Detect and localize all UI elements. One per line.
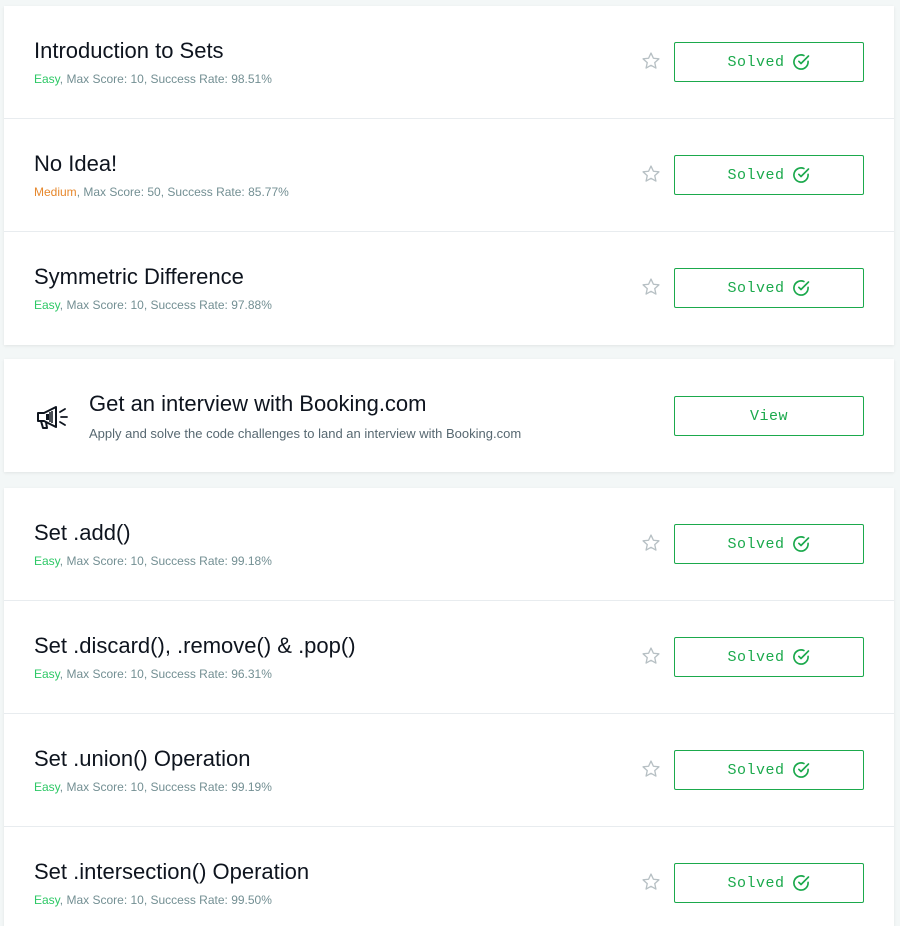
challenge-title[interactable]: Introduction to Sets <box>34 38 224 64</box>
promo-card: Get an interview with Booking.com Apply … <box>4 359 894 472</box>
solved-button[interactable]: Solved <box>674 637 864 677</box>
challenge-list-group-2: Set .add() Easy, Max Score: 10, Success … <box>4 488 894 926</box>
challenge-stats: , Max Score: 10, Success Rate: 96.31% <box>59 667 272 681</box>
challenge-stats: , Max Score: 10, Success Rate: 97.88% <box>59 298 272 312</box>
solved-button[interactable]: Solved <box>674 863 864 903</box>
difficulty-label: Easy <box>34 298 60 312</box>
check-circle-icon <box>791 647 811 667</box>
challenge-row[interactable]: Set .union() Operation Easy, Max Score: … <box>4 714 894 827</box>
star-outline-icon[interactable] <box>641 646 661 666</box>
challenge-title[interactable]: Set .add() <box>34 520 131 546</box>
check-circle-icon <box>791 52 811 72</box>
solved-label: Solved <box>727 874 785 892</box>
challenge-title[interactable]: Set .discard(), .remove() & .pop() <box>34 633 356 659</box>
challenge-meta: Easy, Max Score: 10, Success Rate: 99.50… <box>34 893 272 907</box>
check-circle-icon <box>791 873 811 893</box>
challenge-stats: , Max Score: 10, Success Rate: 99.50% <box>59 893 272 907</box>
challenge-row[interactable]: Set .add() Easy, Max Score: 10, Success … <box>4 488 894 601</box>
challenge-meta: Medium, Max Score: 50, Success Rate: 85.… <box>34 185 289 199</box>
solved-label: Solved <box>727 648 785 666</box>
solved-button[interactable]: Solved <box>674 268 864 308</box>
challenge-row[interactable]: Introduction to Sets Easy, Max Score: 10… <box>4 6 894 119</box>
challenge-row[interactable]: No Idea! Medium, Max Score: 50, Success … <box>4 119 894 232</box>
challenge-row[interactable]: Symmetric Difference Easy, Max Score: 10… <box>4 232 894 345</box>
challenge-meta: Easy, Max Score: 10, Success Rate: 99.18… <box>34 554 272 568</box>
star-outline-icon[interactable] <box>641 533 661 553</box>
check-circle-icon <box>791 165 811 185</box>
check-circle-icon <box>791 760 811 780</box>
difficulty-label: Easy <box>34 780 60 794</box>
challenge-list-group-1: Introduction to Sets Easy, Max Score: 10… <box>4 6 894 345</box>
solved-button[interactable]: Solved <box>674 42 864 82</box>
solved-label: Solved <box>727 761 785 779</box>
difficulty-label: Easy <box>34 893 60 907</box>
challenge-title[interactable]: Set .intersection() Operation <box>34 859 309 885</box>
solved-label: Solved <box>727 53 785 71</box>
challenge-stats: , Max Score: 10, Success Rate: 98.51% <box>59 72 272 86</box>
challenge-title[interactable]: Set .union() Operation <box>34 746 250 772</box>
solved-label: Solved <box>727 166 785 184</box>
solved-label: Solved <box>727 279 785 297</box>
challenge-meta: Easy, Max Score: 10, Success Rate: 99.19… <box>34 780 272 794</box>
challenge-row[interactable]: Set .intersection() Operation Easy, Max … <box>4 827 894 926</box>
megaphone-icon <box>34 402 74 432</box>
challenge-row[interactable]: Set .discard(), .remove() & .pop() Easy,… <box>4 601 894 714</box>
challenge-stats: , Max Score: 50, Success Rate: 85.77% <box>76 185 289 199</box>
challenge-title[interactable]: No Idea! <box>34 151 117 177</box>
difficulty-label: Easy <box>34 72 60 86</box>
difficulty-label: Easy <box>34 554 60 568</box>
promo-subtitle: Apply and solve the code challenges to l… <box>89 426 522 441</box>
view-button[interactable]: View <box>674 396 864 436</box>
challenge-meta: Easy, Max Score: 10, Success Rate: 96.31… <box>34 667 272 681</box>
star-outline-icon[interactable] <box>641 872 661 892</box>
solved-button[interactable]: Solved <box>674 524 864 564</box>
promo-title: Get an interview with Booking.com <box>89 391 427 416</box>
star-outline-icon[interactable] <box>641 164 661 184</box>
challenge-meta: Easy, Max Score: 10, Success Rate: 97.88… <box>34 298 272 312</box>
star-outline-icon[interactable] <box>641 51 661 71</box>
solved-button[interactable]: Solved <box>674 155 864 195</box>
star-outline-icon[interactable] <box>641 277 661 297</box>
view-label: View <box>749 407 788 425</box>
challenge-stats: , Max Score: 10, Success Rate: 99.19% <box>59 780 272 794</box>
check-circle-icon <box>791 278 811 298</box>
check-circle-icon <box>791 534 811 554</box>
challenge-meta: Easy, Max Score: 10, Success Rate: 98.51… <box>34 72 272 86</box>
star-outline-icon[interactable] <box>641 759 661 779</box>
challenge-stats: , Max Score: 10, Success Rate: 99.18% <box>59 554 272 568</box>
solved-label: Solved <box>727 535 785 553</box>
solved-button[interactable]: Solved <box>674 750 864 790</box>
difficulty-label: Medium <box>34 185 77 199</box>
challenge-title[interactable]: Symmetric Difference <box>34 264 244 290</box>
difficulty-label: Easy <box>34 667 60 681</box>
